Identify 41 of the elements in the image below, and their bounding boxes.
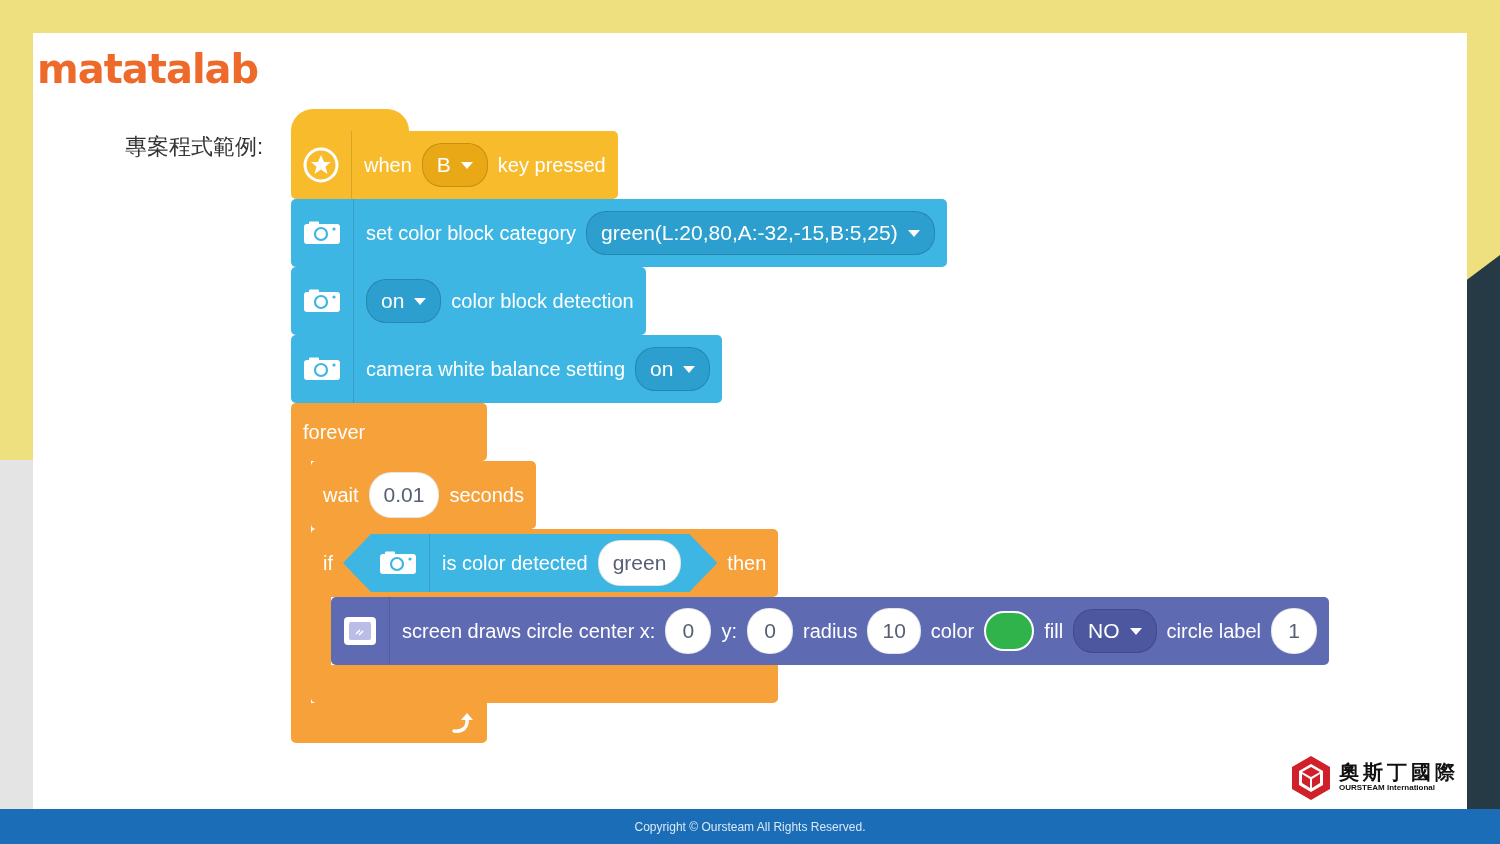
block-label: radius <box>803 619 858 644</box>
command-block[interactable]: screen draws circle center x: 0 y: 0 radius 10 color fill NO circle label 1 <box>331 597 1330 665</box>
block-label: circle label <box>1166 619 1262 644</box>
loop-arrow-icon <box>451 712 475 734</box>
camera-icon <box>379 551 417 575</box>
input-field[interactable]: 10 <box>867 608 921 654</box>
camera-icon <box>303 357 341 381</box>
color-swatch[interactable] <box>984 611 1035 651</box>
input-field[interactable]: 0.01 <box>368 472 440 518</box>
block-label: when <box>364 153 412 178</box>
input-field[interactable]: green <box>597 540 682 586</box>
block-label: key pressed <box>497 153 606 178</box>
block-label: screen draws circle center x: <box>402 619 656 644</box>
input-field[interactable]: 0 <box>665 608 712 654</box>
block-label: color <box>930 619 975 644</box>
block-label: y: <box>721 619 737 644</box>
block-label: camera white balance setting <box>366 357 626 382</box>
input-field[interactable]: 0 <box>747 608 793 654</box>
block-label: wait <box>323 483 359 508</box>
logo-text: matatalab <box>37 46 259 92</box>
screen-icon <box>343 616 377 646</box>
block-label: is color detected <box>442 551 588 576</box>
brand-subtitle: OURSTEAM International <box>1339 782 1436 794</box>
block-label: seconds <box>449 483 524 508</box>
heading-text: 專案程式範例: <box>124 134 263 159</box>
block-label: color block detection <box>451 289 634 314</box>
brand-name: 奧斯丁國際 <box>1339 762 1459 782</box>
block-label: then <box>727 551 767 576</box>
copyright-text: Copyright © Oursteam All Rights Reserved. <box>634 818 866 836</box>
camera-icon <box>303 289 341 313</box>
block-label: forever <box>303 420 366 445</box>
block-label: if <box>323 551 333 576</box>
if-block-top[interactable]: if is color detected green then <box>311 529 779 597</box>
block-label: set color block category <box>366 221 577 246</box>
cube-logo-icon <box>1291 755 1331 801</box>
condition-block[interactable]: is color detected green <box>343 534 718 592</box>
block-label: fill <box>1044 619 1064 644</box>
camera-icon <box>303 221 341 245</box>
dropdown[interactable]: NO <box>1073 609 1157 653</box>
input-field[interactable]: 1 <box>1271 608 1318 654</box>
command-block[interactable]: wait 0.01 seconds <box>311 461 536 529</box>
